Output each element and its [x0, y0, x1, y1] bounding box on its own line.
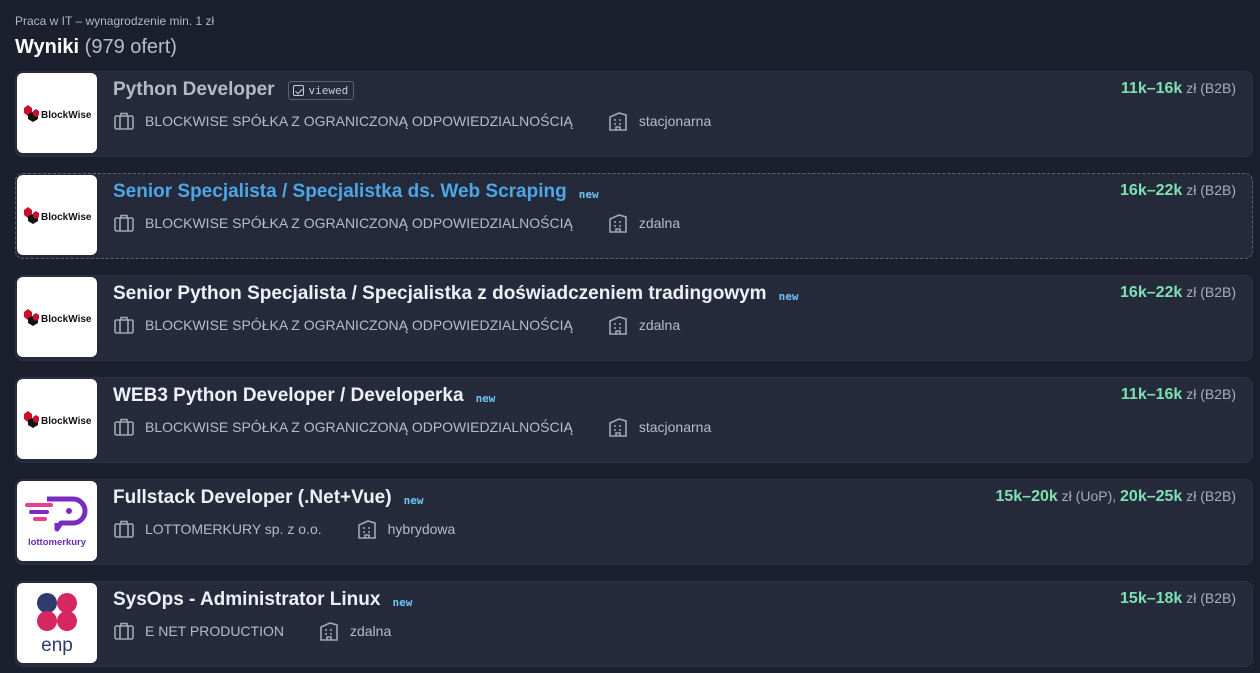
company-name: BLOCKWISE SPÓŁKA Z OGRANICZONĄ ODPOWIEDZ… — [145, 215, 573, 231]
salary: 11k–16k zł (B2B) — [1121, 386, 1236, 404]
offer-title-text[interactable]: Python Developer — [113, 79, 275, 101]
briefcase-icon — [113, 620, 135, 642]
building-icon — [356, 518, 378, 540]
briefcase-icon — [113, 518, 135, 540]
company-name: BLOCKWISE SPÓŁKA Z OGRANICZONĄ ODPOWIEDZ… — [145, 113, 573, 129]
salary-range: 11k–16k — [1120, 386, 1183, 403]
salary-range: 15k–20k — [995, 488, 1058, 505]
work-mode: zdalna — [638, 215, 681, 231]
company-logo: BlockWise — [17, 175, 97, 255]
job-results-page: Praca w IT – wynagrodzenie min. 1 zł Wyn… — [0, 0, 1260, 673]
company-logo: lottomerkury — [17, 481, 97, 561]
offer-title[interactable]: WEB3 Python Developer / Developerka new — [113, 385, 495, 407]
offer-card[interactable]: BlockWise WEB3 Python Developer / Develo… — [15, 377, 1253, 463]
results-heading: Wyniki (979 ofert) — [15, 36, 177, 59]
viewed-badge-label: viewed — [308, 83, 349, 97]
salary: 16k–22k zł (B2B) — [1120, 182, 1236, 200]
salary-range: 15k–18k — [1120, 590, 1183, 607]
new-badge: new — [475, 391, 496, 405]
work-mode: stacjonarna — [638, 113, 712, 129]
salary: 11k–16k zł (B2B) — [1121, 80, 1236, 98]
offer-meta: BLOCKWISE SPÓŁKA Z OGRANICZONĄ ODPOWIEDZ… — [113, 416, 711, 438]
offer-title-text[interactable]: Senior Python Specjalista / Specjalistka… — [113, 283, 767, 305]
salary-range: 16k–22k — [1120, 182, 1183, 199]
building-icon — [607, 110, 629, 132]
new-badge: new — [578, 187, 599, 201]
logo-text: enp — [41, 635, 73, 656]
new-badge: new — [778, 289, 799, 303]
company-logo: enp — [17, 583, 97, 663]
salary-unit: zł (B2B) — [1186, 182, 1236, 198]
offer-title[interactable]: Fullstack Developer (.Net+Vue) new — [113, 487, 423, 509]
offer-title[interactable]: SysOps - Administrator Linux new — [113, 589, 412, 611]
offer-title[interactable]: Senior Specjalista / Specjalistka ds. We… — [113, 181, 599, 203]
results-label: Wyniki — [15, 36, 80, 58]
salary-range: 20k–25k — [1120, 488, 1183, 505]
salary-unit: zł (B2B) — [1186, 386, 1236, 402]
offer-meta: BLOCKWISE SPÓŁKA Z OGRANICZONĄ ODPOWIEDZ… — [113, 212, 680, 234]
logo-text: BlockWise — [41, 416, 92, 427]
work-mode: zdalna — [638, 317, 681, 333]
salary-unit: zł (UoP), — [1061, 488, 1117, 504]
salary-unit: zł (B2B) — [1186, 590, 1236, 606]
salary: 15k–20k zł (UoP), 20k–25k zł (B2B) — [995, 488, 1236, 506]
offer-meta: BLOCKWISE SPÓŁKA Z OGRANICZONĄ ODPOWIEDZ… — [113, 110, 711, 132]
salary: 16k–22k zł (B2B) — [1120, 284, 1236, 302]
company-name: BLOCKWISE SPÓŁKA Z OGRANICZONĄ ODPOWIEDZ… — [145, 419, 573, 435]
building-icon — [607, 314, 629, 336]
salary: 15k–18k zł (B2B) — [1120, 590, 1236, 608]
company-name: E NET PRODUCTION — [145, 623, 284, 639]
logo-text: BlockWise — [41, 314, 92, 325]
offer-card[interactable]: lottomerkury Fullstack Developer (.Net+V… — [15, 479, 1253, 565]
briefcase-icon — [113, 212, 135, 234]
logo-text: lottomerkury — [28, 537, 87, 548]
company-logo: BlockWise — [17, 379, 97, 459]
offer-meta: LOTTOMERKURY sp. z o.o. hybrydowa — [113, 518, 455, 540]
company-name: LOTTOMERKURY sp. z o.o. — [145, 521, 322, 537]
logo-text: BlockWise — [41, 110, 92, 121]
offer-title-text[interactable]: Senior Specjalista / Specjalistka ds. We… — [113, 181, 567, 203]
briefcase-icon — [113, 110, 135, 132]
work-mode: stacjonarna — [638, 419, 712, 435]
offer-title-text[interactable]: WEB3 Python Developer / Developerka — [113, 385, 464, 407]
offer-meta: BLOCKWISE SPÓŁKA Z OGRANICZONĄ ODPOWIEDZ… — [113, 314, 680, 336]
company-name: BLOCKWISE SPÓŁKA Z OGRANICZONĄ ODPOWIEDZ… — [145, 317, 573, 333]
new-badge: new — [403, 493, 424, 507]
building-icon — [607, 212, 629, 234]
work-mode: zdalna — [349, 623, 392, 639]
offer-card[interactable]: BlockWise Python Developer viewed BLOCKW… — [15, 71, 1253, 157]
company-logo: BlockWise — [17, 73, 97, 153]
salary-unit: zł (B2B) — [1186, 80, 1236, 96]
logo-text: BlockWise — [41, 212, 92, 223]
salary-range: 11k–16k — [1120, 80, 1183, 97]
results-count: (979 ofert) — [84, 36, 177, 58]
offer-meta: E NET PRODUCTION zdalna — [113, 620, 391, 642]
briefcase-icon — [113, 416, 135, 438]
salary-unit: zł (B2B) — [1186, 284, 1236, 300]
salary-range: 16k–22k — [1120, 284, 1183, 301]
building-icon — [607, 416, 629, 438]
company-logo: BlockWise — [17, 277, 97, 357]
offer-title[interactable]: Python Developer viewed — [113, 79, 355, 101]
offer-title[interactable]: Senior Python Specjalista / Specjalistka… — [113, 283, 798, 305]
checkbox-icon — [292, 84, 304, 96]
offer-title-text[interactable]: SysOps - Administrator Linux — [113, 589, 380, 611]
salary-unit: zł (B2B) — [1186, 488, 1236, 504]
offer-title-text[interactable]: Fullstack Developer (.Net+Vue) — [113, 487, 392, 509]
briefcase-icon — [113, 314, 135, 336]
breadcrumb[interactable]: Praca w IT – wynagrodzenie min. 1 zł — [15, 14, 214, 28]
offer-card[interactable]: BlockWise Senior Specjalista / Specjalis… — [15, 173, 1253, 259]
viewed-badge: viewed — [287, 80, 355, 100]
offer-card[interactable]: enp SysOps - Administrator Linux new E N… — [15, 581, 1253, 667]
offer-card[interactable]: BlockWise Senior Python Specjalista / Sp… — [15, 275, 1253, 361]
work-mode: hybrydowa — [387, 521, 456, 537]
building-icon — [318, 620, 340, 642]
new-badge: new — [392, 595, 413, 609]
